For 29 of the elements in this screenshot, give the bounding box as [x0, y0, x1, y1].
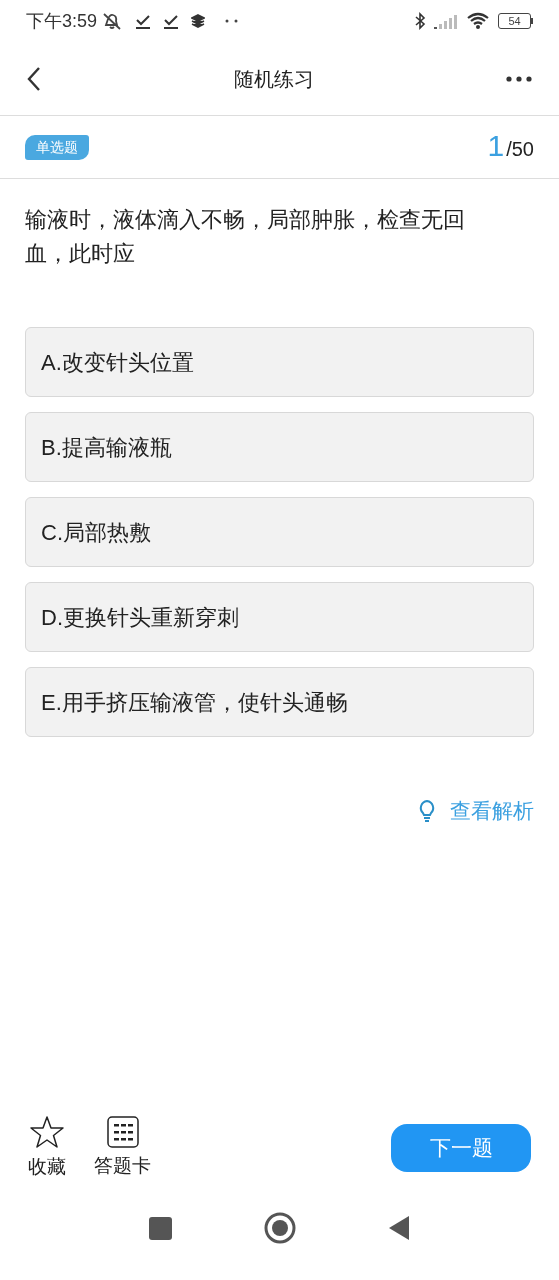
question-text: 输液时，液体滴入不畅，局部肿胀，检查无回血，此时应 — [25, 206, 466, 268]
page-title: 随机练习 — [234, 66, 314, 92]
more-icon[interactable] — [506, 75, 532, 82]
favorite-button[interactable]: 收藏 — [28, 1114, 66, 1182]
question-total: /50 — [506, 136, 534, 162]
answer-option[interactable]: D.更换针头重新穿刺 — [25, 582, 534, 652]
check-icon — [163, 13, 180, 29]
nav-home-icon[interactable] — [264, 1212, 296, 1244]
wifi-icon — [466, 12, 490, 30]
answer-option[interactable]: B.提高输液瓶 — [25, 412, 534, 482]
more-dots-icon — [225, 19, 240, 23]
answer-option[interactable]: E.用手挤压输液管，使针头通畅 — [25, 667, 534, 737]
answer-card-button[interactable]: 答题卡 — [94, 1115, 151, 1181]
current-question-number: 1 — [487, 130, 505, 161]
status-time: 下午3:59 — [26, 9, 98, 33]
back-icon[interactable] — [26, 65, 42, 92]
signal-icon — [434, 13, 458, 29]
question-type-tag: 单选题 — [25, 134, 89, 160]
nav-recents-icon[interactable] — [149, 1216, 172, 1240]
star-icon — [29, 1114, 65, 1149]
layers-icon — [191, 14, 206, 28]
answer-option[interactable]: C.局部热敷 — [25, 497, 534, 567]
check-icon — [135, 13, 152, 29]
bluetooth-icon — [414, 12, 426, 30]
lightbulb-icon — [418, 798, 436, 823]
battery-icon: 54 — [498, 13, 533, 29]
nav-back-icon[interactable] — [388, 1215, 410, 1241]
answer-option[interactable]: A.改变针头位置 — [25, 327, 534, 397]
grid-card-icon — [106, 1115, 139, 1148]
